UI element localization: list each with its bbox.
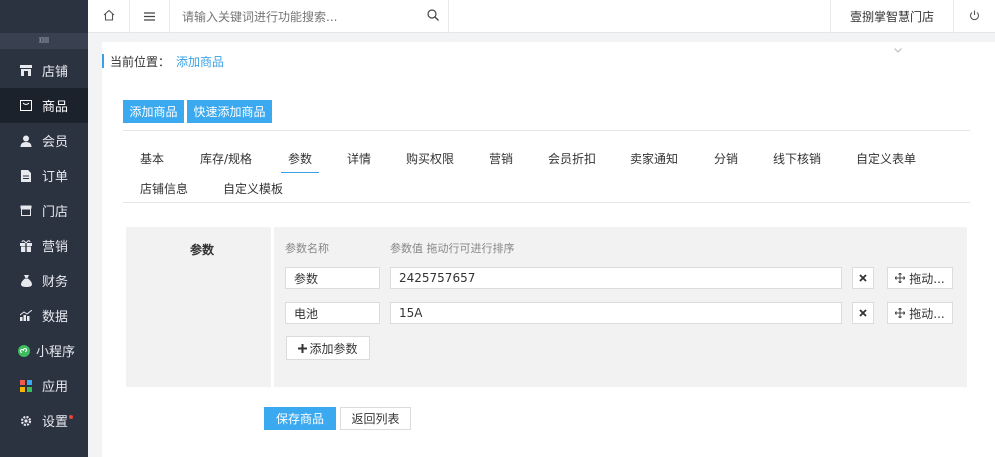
save-goods-button[interactable]: 保存商品 [264, 407, 336, 430]
chart-icon [20, 310, 32, 322]
plus-icon [298, 343, 308, 353]
sidebar-item-order[interactable]: 订单 [0, 158, 88, 193]
back-to-list-button[interactable]: 返回列表 [340, 407, 411, 430]
shop-icon [20, 205, 32, 217]
drag-param-button[interactable]: 拖动... [887, 302, 953, 324]
params-section-label: 参数 [190, 243, 215, 257]
sidebar-item-label: 会员 [42, 135, 69, 150]
delete-param-button[interactable] [852, 267, 874, 289]
move-icon [895, 308, 906, 318]
sidebar-item-label: 小程序 [36, 345, 76, 360]
param-name-input[interactable]: 参数 [285, 267, 380, 289]
menu-icon [144, 10, 155, 24]
move-icon [895, 273, 906, 283]
divider [123, 202, 970, 203]
store-name-button[interactable]: 壹捌掌智慧门店 [830, 0, 954, 33]
tab-details[interactable]: 详情 [347, 150, 371, 167]
apps-icon [20, 379, 32, 392]
sidebar-item-settings[interactable]: 设置 [0, 403, 88, 438]
tab-distribution[interactable]: 分销 [714, 150, 738, 167]
user-icon [20, 135, 32, 147]
tab-custom-form[interactable]: 自定义表单 [856, 150, 916, 167]
sidebar-item-label: 商品 [42, 100, 69, 115]
top-bar: 壹捌掌智慧门店 [88, 0, 995, 33]
tab-store-info[interactable]: 店铺信息 [140, 180, 188, 197]
sidebar: 店铺 商品 会员 订单 门店 营销 财务 数据 小程序 应用 设置 [0, 0, 88, 457]
sidebar-item-goods[interactable]: 商品 [0, 88, 88, 123]
drag-label: 拖动... [909, 306, 945, 321]
tab-stock-spec[interactable]: 库存/规格 [200, 150, 252, 167]
col-header-name: 参数名称 [285, 242, 329, 255]
add-goods-button[interactable]: 添加商品 [123, 100, 184, 123]
sidebar-item-label: 应用 [42, 380, 69, 395]
order-icon [20, 169, 32, 182]
power-icon [969, 10, 980, 24]
col-header-value: 参数值 拖动行可进行排序 [390, 242, 515, 255]
sidebar-item-apps[interactable]: 应用 [0, 368, 88, 403]
close-icon [859, 271, 867, 285]
chevron-down-icon[interactable] [894, 46, 902, 55]
drag-param-button[interactable]: 拖动... [887, 267, 953, 289]
home-icon [103, 9, 115, 24]
sidebar-item-shop[interactable]: 门店 [0, 193, 88, 228]
tab-offline-verify[interactable]: 线下核销 [773, 150, 821, 167]
sidebar-item-label: 营销 [42, 240, 69, 255]
add-param-label: 添加参数 [309, 341, 358, 356]
sidebar-item-finance[interactable]: 财务 [0, 263, 88, 298]
menu-toggle-button[interactable] [130, 0, 170, 33]
sidebar-item-label: 财务 [42, 275, 69, 290]
sidebar-item-data[interactable]: 数据 [0, 298, 88, 333]
close-icon [859, 306, 867, 320]
notification-dot [69, 414, 74, 419]
sidebar-item-miniapp[interactable]: 小程序 [0, 333, 88, 368]
param-name-input[interactable]: 电池 [285, 302, 380, 324]
breadcrumb: 当前位置： 添加商品 [102, 53, 224, 70]
gear-icon [20, 415, 32, 427]
search-icon [427, 9, 439, 24]
param-value-input[interactable]: 2425757657 [390, 267, 842, 289]
collapse-icon[interactable] [0, 33, 88, 49]
sidebar-item-label: 门店 [42, 205, 69, 220]
gift-icon [20, 239, 32, 252]
tab-params[interactable]: 参数 [281, 150, 320, 173]
breadcrumb-current[interactable]: 添加商品 [176, 53, 224, 70]
sidebar-item-label: 店铺 [42, 65, 69, 80]
search-button[interactable] [418, 0, 449, 33]
miniapp-icon [18, 344, 30, 357]
divider [271, 227, 274, 387]
sidebar-item-marketing[interactable]: 营销 [0, 228, 88, 263]
sidebar-item-label: 订单 [42, 170, 69, 185]
tab-purchase-permission[interactable]: 购买权限 [406, 150, 454, 167]
sidebar-item-store[interactable]: 店铺 [0, 53, 88, 88]
tab-member-discount[interactable]: 会员折扣 [548, 150, 596, 167]
params-label-cell: 参数 [126, 227, 274, 387]
delete-param-button[interactable] [852, 302, 874, 324]
sidebar-item-member[interactable]: 会员 [0, 123, 88, 158]
param-value-input[interactable]: 15A [390, 302, 842, 324]
tab-marketing[interactable]: 营销 [489, 150, 513, 167]
add-param-button[interactable]: 添加参数 [286, 336, 370, 360]
search-input[interactable] [182, 0, 422, 33]
sidebar-item-label: 数据 [42, 310, 69, 325]
home-button[interactable] [88, 0, 130, 33]
quick-add-goods-button[interactable]: 快速添加商品 [187, 100, 272, 123]
params-section: 参数 参数名称 参数值 拖动行可进行排序 参数 2425757657 拖动...… [126, 227, 967, 387]
drag-label: 拖动... [909, 271, 945, 286]
tab-seller-notice[interactable]: 卖家通知 [630, 150, 678, 167]
store-icon [20, 65, 32, 77]
breadcrumb-label: 当前位置： [110, 54, 171, 69]
tab-custom-template[interactable]: 自定义模板 [223, 180, 283, 197]
divider [123, 130, 970, 131]
goods-icon [20, 100, 32, 112]
logout-button[interactable] [954, 0, 995, 33]
content-panel: 当前位置： 添加商品 添加商品 快速添加商品 基本 库存/规格 参数 详情 购买… [102, 42, 995, 457]
tab-basic[interactable]: 基本 [140, 150, 164, 167]
logo-area [0, 0, 88, 33]
sidebar-item-label: 设置 [42, 415, 69, 430]
money-bag-icon [20, 274, 32, 287]
